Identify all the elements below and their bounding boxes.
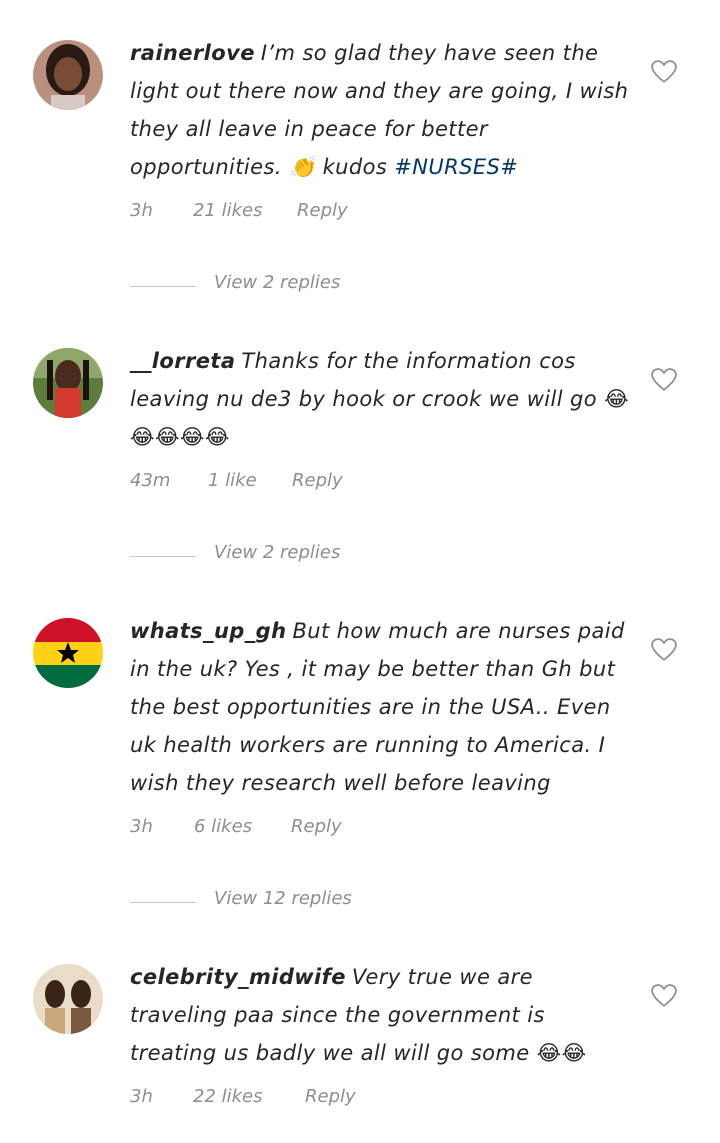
reply-button[interactable]: Reply <box>291 816 342 837</box>
view-replies-label: View 2 replies <box>214 272 341 293</box>
avatar[interactable] <box>33 618 103 688</box>
comment-time: 3h <box>130 200 153 221</box>
view-replies-button[interactable]: View 12 replies <box>130 888 430 918</box>
heart-outline-icon[interactable] <box>651 638 677 662</box>
comment-likes[interactable]: 6 likes <box>194 816 252 837</box>
heart-outline-icon[interactable] <box>651 984 677 1008</box>
divider <box>130 556 196 557</box>
comment-likes[interactable]: 1 like <box>208 470 257 491</box>
comment-username[interactable]: __lorreta <box>130 349 235 373</box>
comment-time: 3h <box>130 816 153 837</box>
comment-username[interactable]: rainerlove <box>130 41 255 65</box>
avatar[interactable] <box>33 348 103 418</box>
comment-body: But how much are nurses paid in the uk? … <box>130 619 625 795</box>
view-replies-label: View 2 replies <box>214 542 341 563</box>
divider <box>130 286 196 287</box>
comment-time: 3h <box>130 1086 153 1107</box>
comment-username[interactable]: celebrity_midwife <box>130 965 346 989</box>
comment-text: celebrity_midwife Very true we are travel… <box>130 958 630 1072</box>
divider <box>130 902 196 903</box>
hashtag-link[interactable]: #NURSES# <box>394 155 518 179</box>
avatar[interactable] <box>33 964 103 1034</box>
view-replies-label: View 12 replies <box>214 888 352 909</box>
reply-button[interactable]: Reply <box>305 1086 356 1107</box>
comment-likes[interactable]: 22 likes <box>193 1086 263 1107</box>
view-replies-button[interactable]: View 2 replies <box>130 272 430 302</box>
comment-username[interactable]: whats_up_gh <box>130 619 286 643</box>
reply-button[interactable]: Reply <box>297 200 348 221</box>
comment-time: 43m <box>130 470 171 491</box>
ghana-flag <box>33 618 103 688</box>
comment-text: whats_up_gh But how much are nurses paid … <box>130 612 630 802</box>
reply-button[interactable]: Reply <box>292 470 343 491</box>
heart-outline-icon[interactable] <box>651 368 677 392</box>
comment-text: rainerlove I’m so glad they have seen the… <box>130 34 630 186</box>
heart-outline-icon[interactable] <box>651 60 677 84</box>
comment-text: __lorreta Thanks for the information cos … <box>130 342 630 456</box>
comment-likes[interactable]: 21 likes <box>193 200 263 221</box>
avatar[interactable] <box>33 40 103 110</box>
view-replies-button[interactable]: View 2 replies <box>130 542 430 572</box>
